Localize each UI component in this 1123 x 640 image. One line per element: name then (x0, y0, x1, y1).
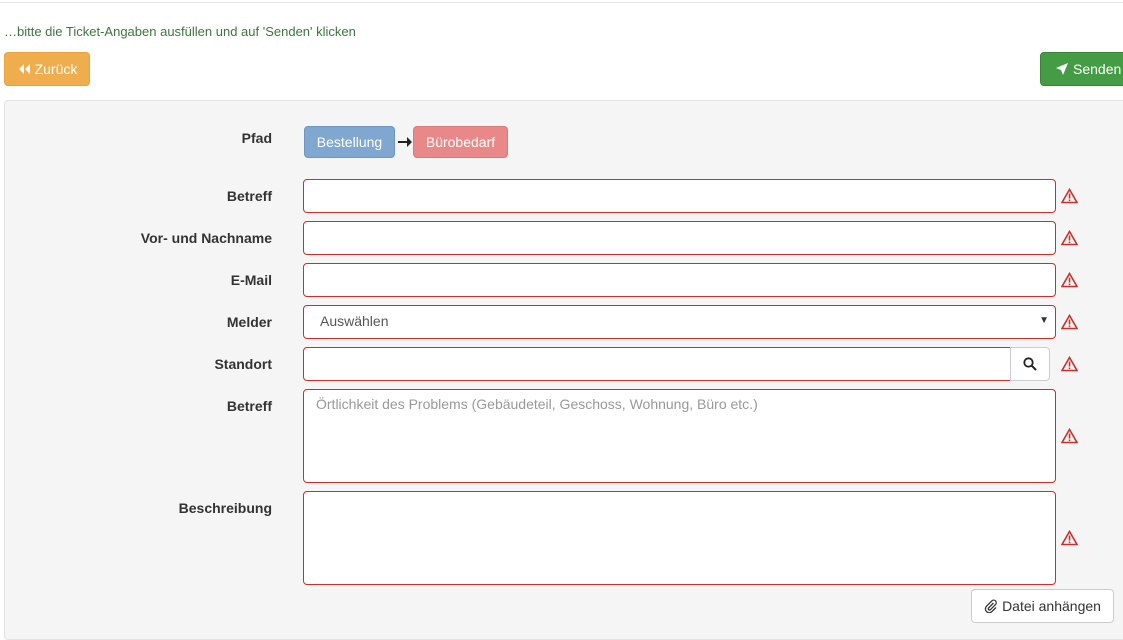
warning-triangle-icon (1061, 530, 1078, 546)
reporter-label: Melder (226, 314, 272, 330)
subject-label: Betreff (226, 188, 272, 204)
warning-triangle-icon (1061, 188, 1078, 204)
attach-file-button[interactable]: Datei anhängen (971, 589, 1114, 623)
top-divider (0, 2, 1123, 4)
back-button[interactable]: Zurück (4, 52, 90, 86)
attach-file-label: Datei anhängen (1002, 598, 1101, 614)
search-icon (1023, 357, 1037, 371)
warning-triangle-icon (1061, 230, 1078, 246)
arrow-right-icon (398, 137, 412, 147)
name-label: Vor- und Nachname (140, 230, 272, 246)
warning-triangle-icon (1061, 356, 1078, 372)
reporter-select[interactable]: Auswählen ▼ (303, 305, 1056, 339)
location-detail-label: Betreff (226, 398, 272, 414)
location-search-button[interactable] (1010, 347, 1050, 381)
path-step-bestellung[interactable]: Bestellung (304, 126, 395, 158)
description-textarea[interactable] (303, 491, 1056, 585)
path-label: Pfad (241, 130, 272, 146)
path-step-buerobedarf[interactable]: Bürobedarf (413, 126, 508, 158)
subject-input[interactable] (303, 179, 1056, 213)
send-button-label: Senden (1073, 61, 1122, 77)
reporter-select-value: Auswählen (320, 313, 389, 329)
location-input[interactable] (303, 347, 1011, 381)
back-button-label: Zurück (34, 61, 78, 77)
caret-down-icon: ▼ (1039, 315, 1049, 326)
send-button[interactable]: Senden (1040, 52, 1123, 86)
paper-plane-icon (1056, 63, 1068, 75)
warning-triangle-icon (1061, 272, 1078, 288)
description-label: Beschreibung (178, 500, 272, 516)
warning-triangle-icon (1061, 428, 1078, 444)
email-input[interactable] (303, 263, 1056, 297)
double-chevron-left-icon (18, 64, 30, 74)
paperclip-icon (984, 599, 997, 613)
email-label: E-Mail (230, 272, 272, 288)
warning-triangle-icon (1061, 314, 1078, 330)
instruction-text: …bitte die Ticket-Angaben ausfüllen und … (4, 24, 356, 39)
location-label: Standort (214, 356, 272, 372)
name-input[interactable] (303, 221, 1056, 255)
location-detail-textarea[interactable] (303, 389, 1056, 483)
